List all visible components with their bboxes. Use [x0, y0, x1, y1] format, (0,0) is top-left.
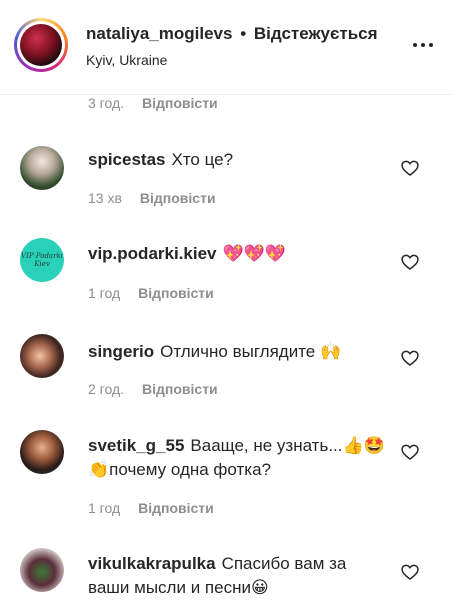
location-link[interactable]: Kyiv, Ukraine: [86, 52, 167, 68]
comment-text: vip.podarki.kiev 💖💖💖: [88, 242, 388, 266]
avatar[interactable]: [20, 334, 64, 378]
comment-time: 2 год.: [88, 381, 125, 397]
comment-text: singerio Отлично выглядите 🙌: [88, 340, 388, 364]
comment-body: Хто це?: [171, 150, 234, 169]
comment-username[interactable]: spicestas: [88, 150, 166, 169]
heart-outline-icon[interactable]: [400, 442, 420, 462]
heart-outline-icon[interactable]: [400, 158, 420, 178]
profile-username[interactable]: nataliya_mogilevs: [86, 24, 232, 43]
avatar-logo-text: VIP Podarki Kiev: [21, 252, 63, 268]
comment-time: 3 год.: [88, 95, 125, 111]
comment-time: 1 год: [88, 500, 121, 516]
comment-text: vikulkakrapulka Спасибо вам за ваши мысли…: [88, 552, 388, 600]
profile-avatar[interactable]: [14, 18, 68, 72]
comment-text: spicestas Хто це?: [88, 148, 388, 172]
comment-time: 1 год: [88, 285, 121, 301]
reply-button[interactable]: Відповісти: [138, 500, 214, 516]
reply-button[interactable]: Відповісти: [142, 95, 218, 111]
comment-body: Отлично выглядите 🙌: [160, 342, 342, 361]
header-title: nataliya_mogilevs • Відстежується: [86, 24, 378, 44]
more-horizontal-icon[interactable]: [411, 33, 435, 57]
comment-text: svetik_g_55 Вааще, не узнать...👍🤩👏почему …: [88, 434, 388, 482]
heart-outline-icon[interactable]: [400, 348, 420, 368]
avatar[interactable]: [20, 146, 64, 190]
avatar[interactable]: [20, 548, 64, 592]
comment-username[interactable]: singerio: [88, 342, 154, 361]
avatar[interactable]: VIP Podarki Kiev: [20, 238, 64, 282]
reply-button[interactable]: Відповісти: [140, 190, 216, 206]
heart-outline-icon[interactable]: [400, 562, 420, 582]
post-header: nataliya_mogilevs • Відстежується Kyiv, …: [0, 0, 453, 95]
comment-username[interactable]: svetik_g_55: [88, 436, 184, 455]
comment-body: 💖💖💖: [222, 244, 287, 263]
reply-button[interactable]: Відповісти: [142, 381, 218, 397]
heart-outline-icon[interactable]: [400, 252, 420, 272]
avatar[interactable]: [20, 430, 64, 474]
separator: •: [240, 24, 247, 43]
comment-time: 13 хв: [88, 190, 122, 206]
previous-comment-meta: 3 год. Відповісти: [0, 92, 453, 118]
follow-status-button[interactable]: Відстежується: [254, 24, 378, 43]
comment-username[interactable]: vikulkakrapulka: [88, 554, 216, 573]
reply-button[interactable]: Відповісти: [138, 285, 214, 301]
comment-username[interactable]: vip.podarki.kiev: [88, 244, 217, 263]
